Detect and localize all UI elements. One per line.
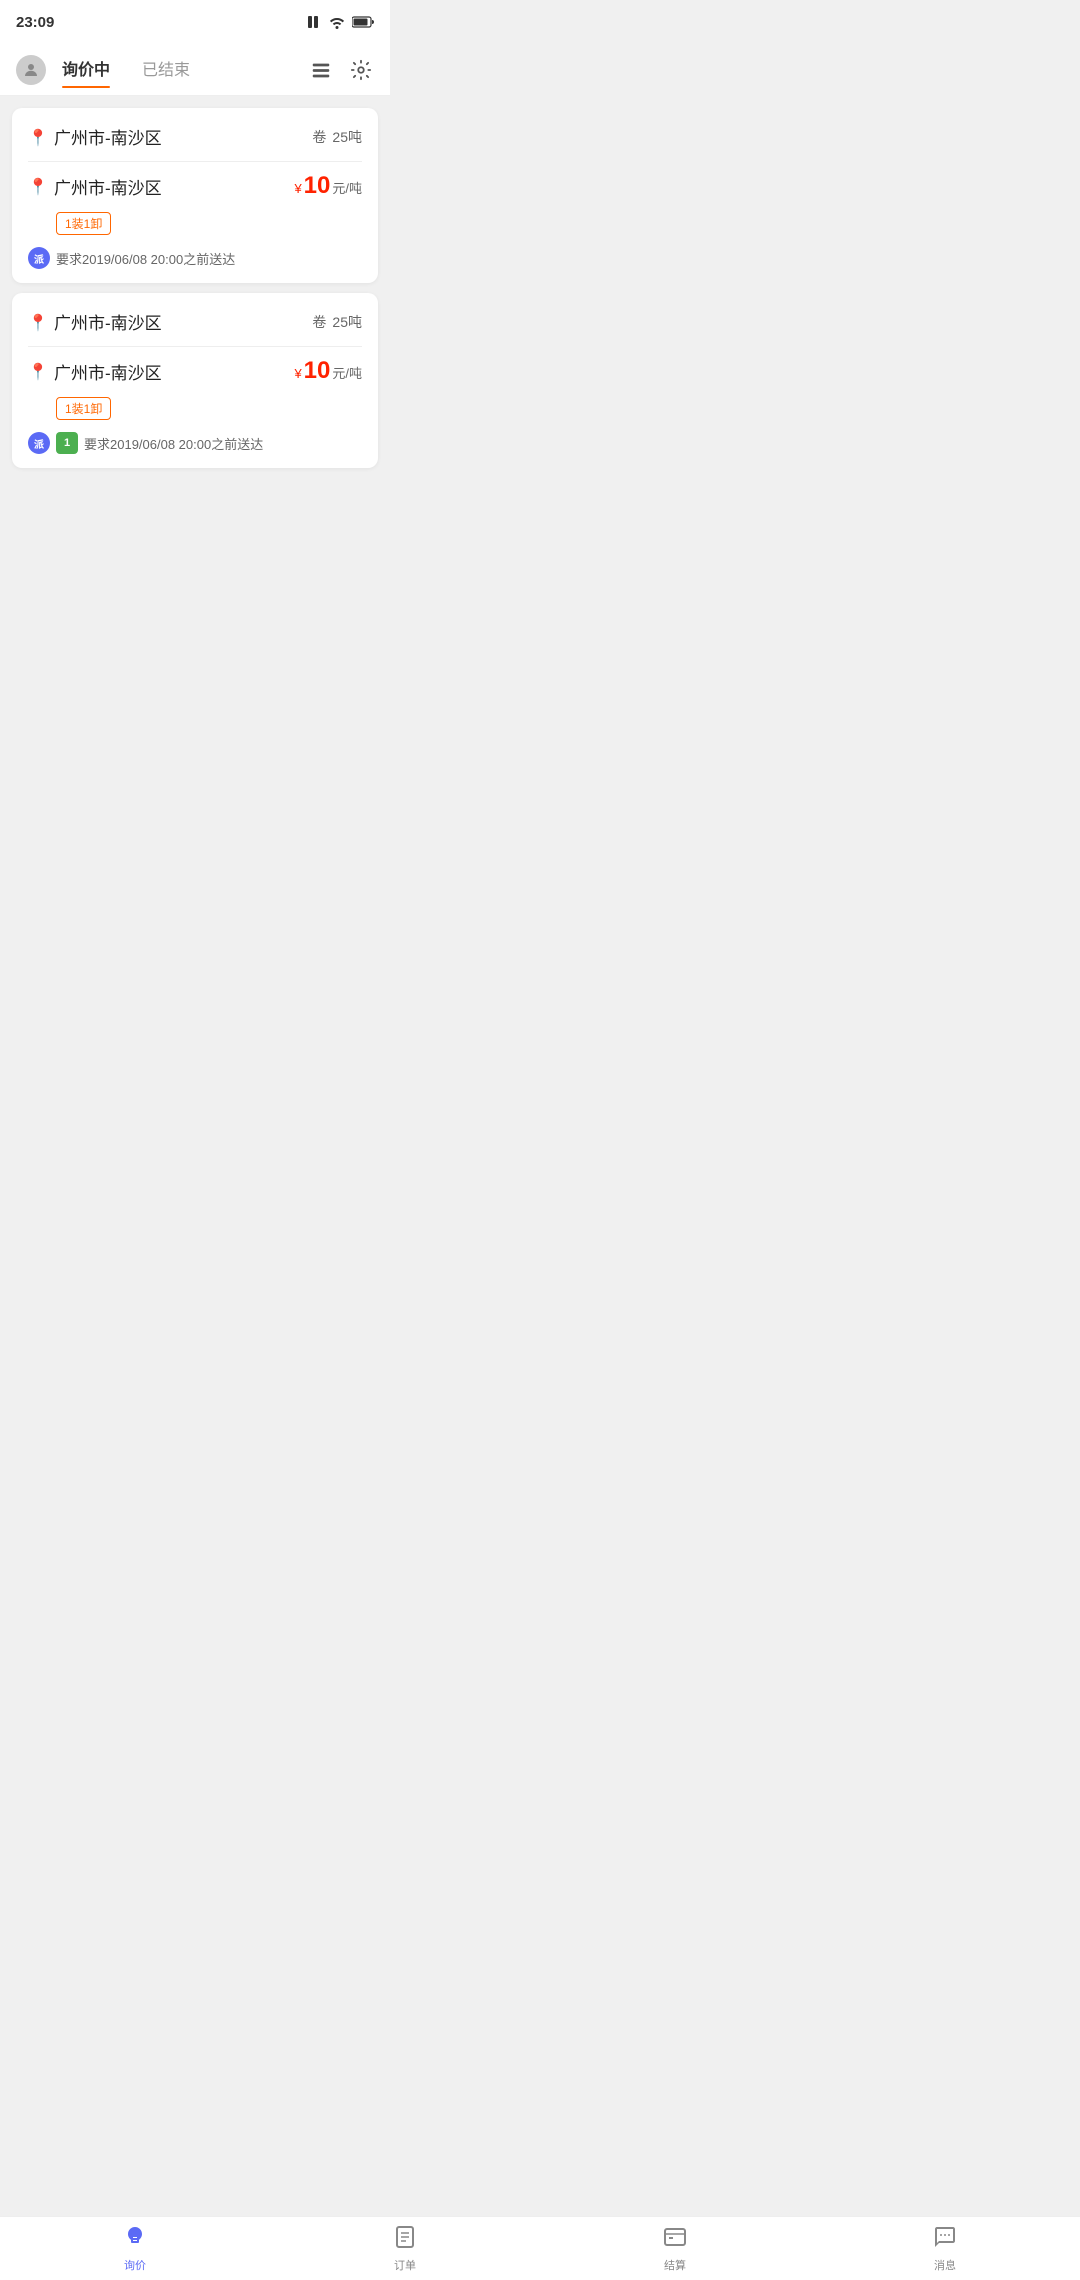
bottom-nav-inquiry[interactable]: 询价	[0, 2217, 270, 2280]
orders-label: 订单	[394, 2257, 416, 2273]
dest-loc-icon-2: 📍	[28, 362, 46, 380]
origin-loc-icon-1: 📍	[28, 128, 46, 146]
price-row-2: ¥ 10 元/吨	[294, 357, 362, 385]
nav-tabs: 询价中 已结束	[62, 56, 308, 84]
load-tag-1: 1装1卸	[56, 212, 111, 235]
dest-loc-icon-1: 📍	[28, 177, 46, 195]
origin-left-1: 📍 广州市-南沙区	[28, 124, 162, 149]
origin-city-1: 广州市-南沙区	[54, 124, 162, 149]
origin-right-2: 卷 25吨	[312, 312, 362, 332]
cards-area: 📍 广州市-南沙区 卷 25吨 📍 广州市-南沙区 ¥ 10 元/吨 1装1卸	[0, 96, 390, 480]
cargo-weight-2: 25吨	[332, 312, 362, 332]
origin-row-2: 📍 广州市-南沙区 卷 25吨	[28, 309, 362, 334]
nav-right-icons	[308, 57, 374, 83]
price-currency-2: ¥	[294, 366, 301, 381]
bottom-nav-settlement[interactable]: 结算	[540, 2217, 810, 2280]
deadline-text-1: 要求2019/06/08 20:00之前送达	[56, 249, 235, 268]
status-icons	[306, 14, 374, 30]
price-unit-2: 元/吨	[332, 363, 362, 382]
message-icon	[933, 2225, 957, 2255]
card-divider-1	[28, 161, 362, 162]
origin-city-2: 广州市-南沙区	[54, 309, 162, 334]
price-unit-1: 元/吨	[332, 178, 362, 197]
dest-city-2: 广州市-南沙区	[54, 359, 162, 384]
price-value-2: 10	[304, 357, 331, 385]
play-icon	[306, 14, 322, 30]
cargo-weight-1: 25吨	[332, 127, 362, 147]
bottom-nav-orders[interactable]: 订单	[270, 2217, 540, 2280]
card-2[interactable]: 📍 广州市-南沙区 卷 25吨 📍 广州市-南沙区 ¥ 10 元/吨 1装1卸	[12, 293, 378, 468]
user-avatar[interactable]	[16, 55, 46, 85]
origin-loc-icon-2: 📍	[28, 313, 46, 331]
dispatch-icon-2: 派	[28, 432, 50, 454]
tab-inquiry[interactable]: 询价中	[62, 56, 110, 84]
settings-icon[interactable]	[348, 57, 374, 83]
settlement-label: 结算	[664, 2257, 686, 2273]
settlement-icon	[663, 2225, 687, 2255]
origin-left-2: 📍 广州市-南沙区	[28, 309, 162, 334]
status-bar: 23:09	[0, 0, 390, 44]
dest-city-1: 广州市-南沙区	[54, 174, 162, 199]
battery-icon	[352, 16, 374, 28]
orders-icon	[393, 2225, 417, 2255]
bottom-nav: 询价 订单 结算 消息	[0, 2216, 1080, 2280]
dest-left-1: 📍 广州市-南沙区	[28, 174, 162, 199]
status-time: 23:09	[16, 14, 54, 31]
card-divider-2	[28, 346, 362, 347]
card-1[interactable]: 📍 广州市-南沙区 卷 25吨 📍 广州市-南沙区 ¥ 10 元/吨 1装1卸	[12, 108, 378, 283]
deadline-text-2: 要求2019/06/08 20:00之前送达	[84, 434, 263, 453]
dest-row-2: 📍 广州市-南沙区 ¥ 10 元/吨	[28, 357, 362, 385]
badge-count-icon-2: 1	[56, 432, 78, 454]
wifi-icon	[328, 15, 346, 29]
tab-ended[interactable]: 已结束	[142, 56, 190, 84]
price-currency-1: ¥	[294, 181, 301, 196]
cargo-unit-1: 卷	[312, 127, 326, 147]
tag-row-1: 1装1卸	[56, 212, 362, 235]
card-footer-2: 派 1 要求2019/06/08 20:00之前送达	[28, 432, 362, 454]
load-tag-2: 1装1卸	[56, 397, 111, 420]
layers-icon[interactable]	[308, 57, 334, 83]
price-row-1: ¥ 10 元/吨	[294, 172, 362, 200]
dest-left-2: 📍 广州市-南沙区	[28, 359, 162, 384]
price-value-1: 10	[304, 172, 331, 200]
inquiry-label: 询价	[124, 2257, 146, 2273]
inquiry-icon	[123, 2225, 147, 2255]
origin-row-1: 📍 广州市-南沙区 卷 25吨	[28, 124, 362, 149]
message-label: 消息	[934, 2257, 956, 2273]
dispatch-icon-1: 派	[28, 247, 50, 269]
card-footer-1: 派 要求2019/06/08 20:00之前送达	[28, 247, 362, 269]
bottom-nav-message[interactable]: 消息	[810, 2217, 1080, 2280]
dest-row-1: 📍 广州市-南沙区 ¥ 10 元/吨	[28, 172, 362, 200]
tag-row-2: 1装1卸	[56, 397, 362, 420]
top-nav: 询价中 已结束	[0, 44, 390, 96]
cargo-unit-2: 卷	[312, 312, 326, 332]
origin-right-1: 卷 25吨	[312, 127, 362, 147]
